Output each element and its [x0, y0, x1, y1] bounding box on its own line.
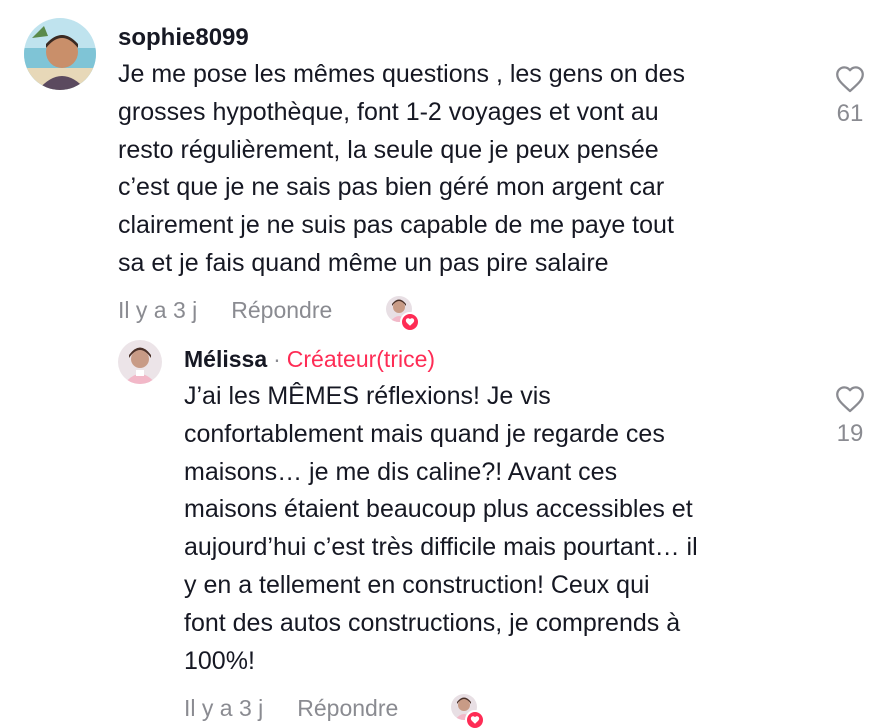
- reply-reply-button[interactable]: Répondre: [297, 695, 398, 721]
- comment-meta: Il y a 3 j Répondre: [118, 296, 332, 324]
- comment-thread: sophie8099 Je me pose les mêmes question…: [0, 0, 896, 728]
- comment-line: grosses hypothèque, font 1-2 voyages et …: [118, 97, 659, 126]
- comment-line: c’est que je ne sais pas bien géré mon a…: [118, 173, 665, 202]
- reply-line: font des autos constructions, je compren…: [184, 608, 681, 637]
- reply-text: J’ai les MÊMES réflexions! Je vis confor…: [184, 378, 698, 680]
- reply-button[interactable]: Répondre: [231, 297, 332, 323]
- creator-liked-heart-icon: [465, 710, 485, 728]
- like-count: 19: [836, 420, 864, 447]
- heart-outline-icon[interactable]: [833, 382, 867, 416]
- comment-text: Je me pose les mêmes questions , les gen…: [118, 56, 685, 283]
- reply-like[interactable]: 19: [830, 382, 870, 448]
- reply-line: confortablement mais quand je regarde ce…: [184, 419, 665, 448]
- reply-line: J’ai les MÊMES réflexions! Je vis: [184, 382, 551, 410]
- reply-meta: Il y a 3 j Répondre: [184, 694, 398, 722]
- heart-outline-icon[interactable]: [833, 62, 867, 96]
- comment-line: clairement je ne suis pas capable de me …: [118, 211, 674, 240]
- reply-line: maisons étaient beaucoup plus accessible…: [184, 495, 693, 524]
- avatar-sophie8099[interactable]: [24, 18, 96, 90]
- reply-line: 100%!: [184, 646, 255, 675]
- comment-username[interactable]: sophie8099: [118, 24, 249, 52]
- reply-line: aujourd’hui c’est très difficile mais po…: [184, 533, 698, 562]
- creator-liked-heart-icon: [400, 312, 420, 332]
- comment-line: Je me pose les mêmes questions , les gen…: [118, 60, 685, 88]
- reply-creator-liked-indicator: [451, 694, 485, 728]
- comment-line: sa et je fais quand même un pas pire sal…: [118, 248, 609, 277]
- reply-username-text[interactable]: Mélissa: [184, 346, 267, 372]
- comment-line: resto régulièrement, la seule que je peu…: [118, 135, 659, 164]
- separator-dot: ·: [273, 346, 281, 372]
- creator-badge: Créateur(trice): [286, 346, 436, 372]
- creator-liked-indicator: [386, 296, 420, 332]
- reply-username: Mélissa · Créateur(trice): [184, 345, 435, 373]
- reply-timestamp: Il y a 3 j: [184, 695, 264, 721]
- comment-like[interactable]: 61: [830, 62, 870, 128]
- reply-line: y en a tellement en construction! Ceux q…: [184, 570, 650, 599]
- reply-line: maisons… je me dis caline?! Avant ces: [184, 457, 618, 486]
- comment-timestamp: Il y a 3 j: [118, 297, 198, 323]
- avatar-melissa[interactable]: [118, 340, 162, 384]
- like-count: 61: [836, 100, 864, 127]
